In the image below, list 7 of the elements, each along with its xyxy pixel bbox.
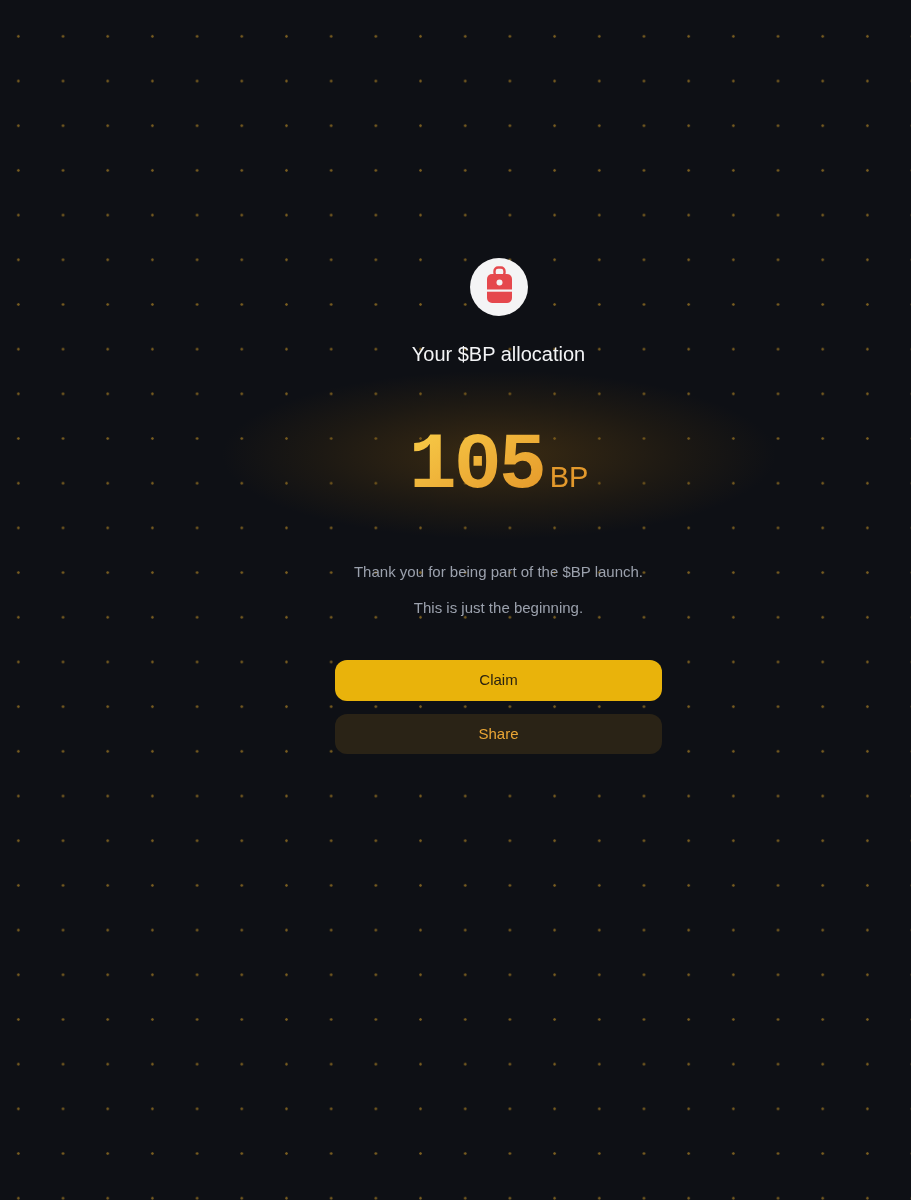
message-text: This is just the beginning.: [413, 598, 584, 618]
claim-button[interactable]: Claim: [335, 660, 662, 701]
allocation-title: Your $BP allocation: [411, 342, 586, 367]
backpack-icon: [469, 258, 528, 316]
message-text: Thank you for being part of the $BP launch.: [353, 562, 644, 582]
allocation-unit: BP: [549, 463, 589, 492]
share-button[interactable]: Share: [335, 714, 662, 754]
